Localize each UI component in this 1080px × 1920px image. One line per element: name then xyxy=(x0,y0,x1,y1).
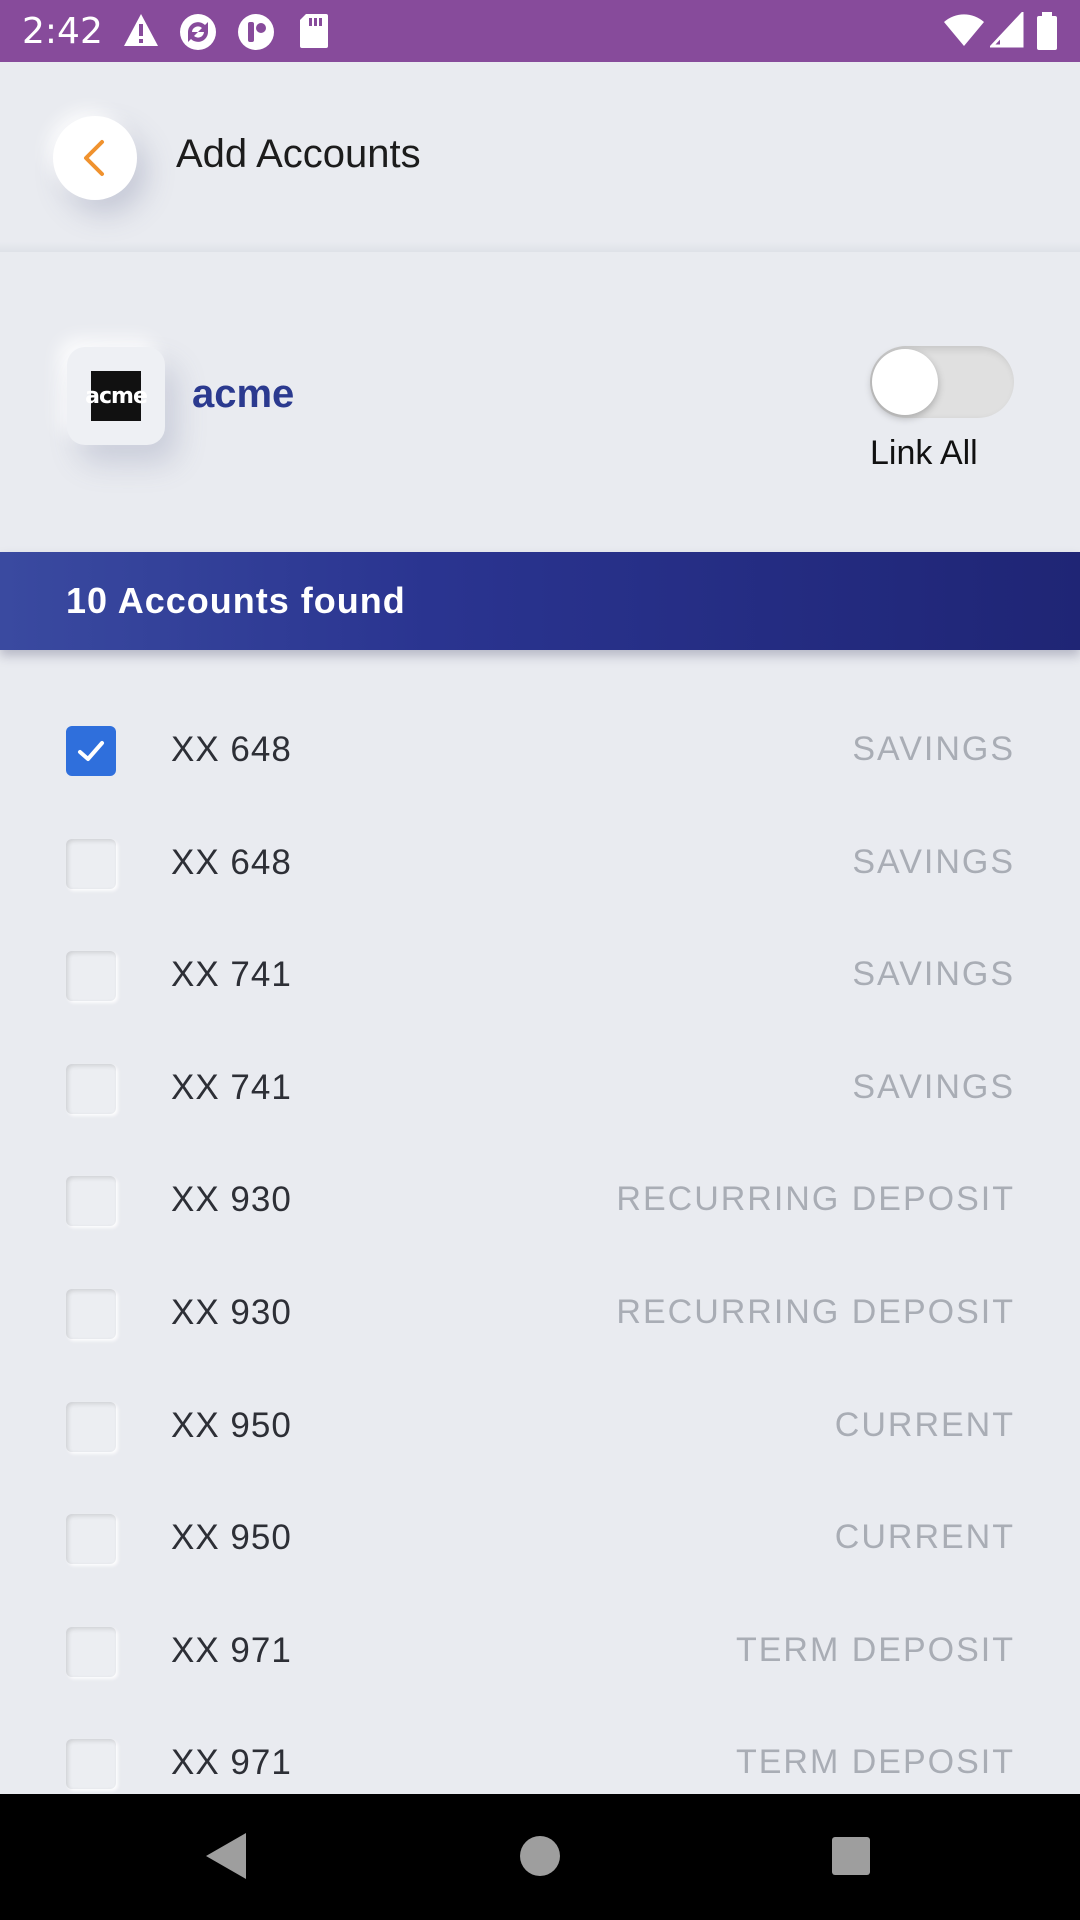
account-checkbox[interactable] xyxy=(66,1288,116,1339)
acme-logo-icon: acme xyxy=(85,371,148,421)
account-number: XX 950 xyxy=(171,1405,292,1445)
app-header: Add Accounts xyxy=(0,62,1080,252)
account-checkbox[interactable] xyxy=(66,726,116,776)
header-divider xyxy=(0,242,1080,252)
bank-logo: acme xyxy=(67,347,165,445)
page-title: Add Accounts xyxy=(176,132,421,176)
account-checkbox[interactable] xyxy=(66,1176,116,1227)
account-row[interactable]: XX 648 SAVINGS xyxy=(0,690,1080,803)
status-time: 2:42 xyxy=(22,11,103,52)
back-button[interactable] xyxy=(53,116,137,200)
account-type: RECURRING DEPOSIT xyxy=(616,1292,1015,1331)
account-number: XX 741 xyxy=(171,955,292,995)
bank-name: acme xyxy=(192,372,295,416)
battery-icon xyxy=(1037,12,1057,50)
account-checkbox[interactable] xyxy=(66,1514,116,1565)
account-number: XX 648 xyxy=(171,842,292,882)
back-triangle-icon[interactable] xyxy=(202,1829,252,1883)
account-row[interactable]: XX 648 SAVINGS xyxy=(0,803,1080,916)
account-type: CURRENT xyxy=(834,1518,1015,1557)
wifi-icon xyxy=(944,14,984,46)
accounts-found-banner: 10 Accounts found xyxy=(0,552,1080,650)
account-type: TERM DEPOSIT xyxy=(735,1743,1015,1782)
status-bar: 2:42 xyxy=(0,0,1080,62)
account-number: XX 950 xyxy=(171,1518,292,1558)
checkmark-icon xyxy=(78,741,104,761)
vpn-icon xyxy=(238,14,274,50)
link-all-label: Link All xyxy=(870,434,978,472)
account-type: SAVINGS xyxy=(852,730,1015,768)
account-type: SAVINGS xyxy=(852,955,1015,994)
account-number: XX 930 xyxy=(171,1180,292,1220)
recents-square-icon[interactable] xyxy=(828,1829,874,1883)
account-row[interactable]: XX 741 SAVINGS xyxy=(0,1028,1080,1141)
account-type: SAVINGS xyxy=(852,1067,1015,1106)
toggle-knob xyxy=(872,349,938,415)
account-checkbox[interactable] xyxy=(66,1063,116,1114)
signal-icon xyxy=(990,12,1024,48)
home-circle-icon[interactable] xyxy=(516,1829,564,1883)
account-checkbox[interactable] xyxy=(66,1739,116,1790)
account-type: RECURRING DEPOSIT xyxy=(616,1180,1015,1219)
account-row[interactable]: XX 971 TERM DEPOSIT xyxy=(0,1591,1080,1704)
bank-row: acme acme Link All xyxy=(0,252,1080,552)
account-checkbox[interactable] xyxy=(66,951,116,1002)
account-type: CURRENT xyxy=(834,1405,1015,1444)
account-row[interactable]: XX 930 RECURRING DEPOSIT xyxy=(0,1253,1080,1366)
account-row[interactable]: XX 950 CURRENT xyxy=(0,1366,1080,1479)
account-number: XX 648 xyxy=(171,730,292,769)
account-row[interactable]: XX 741 SAVINGS xyxy=(0,915,1080,1028)
account-number: XX 971 xyxy=(171,1630,292,1670)
accounts-found-text: 10 Accounts found xyxy=(66,580,406,621)
warning-icon xyxy=(124,14,158,46)
account-number: XX 971 xyxy=(171,1743,292,1783)
link-all-toggle[interactable] xyxy=(870,346,1014,418)
sync-icon xyxy=(180,14,216,50)
account-type: SAVINGS xyxy=(852,842,1015,881)
account-number: XX 930 xyxy=(171,1292,292,1332)
account-row[interactable]: XX 950 CURRENT xyxy=(0,1478,1080,1591)
account-number: XX 741 xyxy=(171,1067,292,1107)
account-checkbox[interactable] xyxy=(66,1626,116,1677)
chevron-left-icon xyxy=(84,140,104,176)
account-type: TERM DEPOSIT xyxy=(735,1630,1015,1669)
system-nav-bar xyxy=(0,1794,1080,1920)
account-checkbox[interactable] xyxy=(66,838,116,889)
account-row[interactable]: XX 930 RECURRING DEPOSIT xyxy=(0,1140,1080,1253)
account-list: XX 648 SAVINGS XX 648 SAVINGS XX 741 SAV… xyxy=(0,690,1080,1816)
account-checkbox[interactable] xyxy=(66,1401,116,1452)
sd-card-icon xyxy=(300,14,328,48)
